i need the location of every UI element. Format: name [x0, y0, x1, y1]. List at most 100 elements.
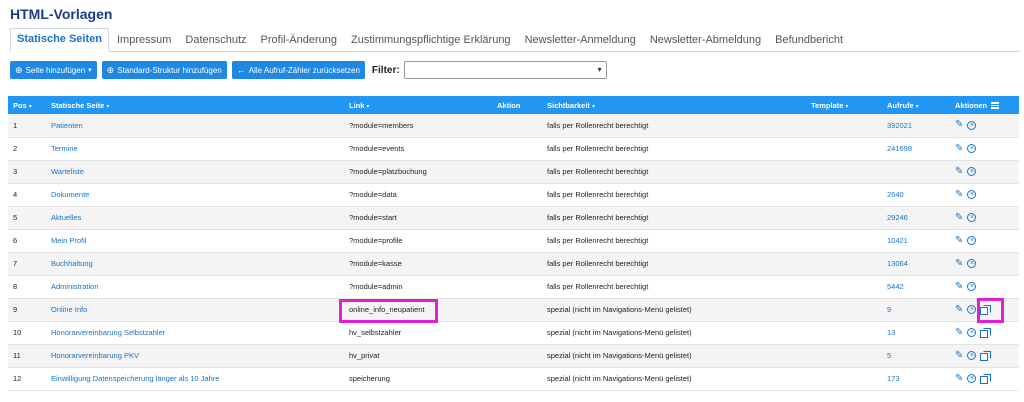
- calls-link[interactable]: 5: [887, 351, 891, 360]
- close-circle-icon[interactable]: ×: [967, 259, 977, 268]
- pencil-icon[interactable]: ✎: [955, 373, 963, 384]
- cell-pos: 10: [8, 321, 46, 345]
- cell-page: Einwilligung Datenspeicherung länger als…: [46, 367, 344, 391]
- cell-actions: ✎ ×: [950, 183, 1019, 207]
- tab-profil-aenderung[interactable]: Profil-Änderung: [255, 34, 343, 51]
- close-circle-icon[interactable]: ×: [967, 213, 977, 222]
- copy-icon[interactable]: [980, 328, 992, 338]
- cell-calls: 9: [882, 298, 950, 322]
- pencil-icon[interactable]: ✎: [955, 258, 963, 269]
- pencil-icon[interactable]: ✎: [955, 235, 963, 246]
- cell-calls: 241698: [882, 137, 950, 161]
- page-link[interactable]: Honorarvereinbarung Selbstzahler: [51, 328, 165, 337]
- calls-link[interactable]: 10421: [887, 236, 908, 245]
- calls-link[interactable]: 13064: [887, 259, 908, 268]
- close-circle-icon[interactable]: ×: [967, 282, 977, 291]
- pencil-icon[interactable]: ✎: [955, 189, 963, 200]
- tab-befundbericht[interactable]: Befundbericht: [769, 34, 849, 51]
- table-row: 12 Einwilligung Datenspeicherung länger a…: [8, 367, 1019, 391]
- page-link[interactable]: Dokumente: [51, 190, 89, 199]
- close-circle-icon[interactable]: ×: [967, 167, 977, 176]
- calls-link[interactable]: 241698: [887, 144, 912, 153]
- page-link[interactable]: Patienten: [51, 121, 83, 130]
- page-link[interactable]: Termine: [51, 144, 78, 153]
- cell-pos: 12: [8, 367, 46, 391]
- tab-impressum[interactable]: Impressum: [111, 34, 177, 51]
- calls-link[interactable]: 13: [887, 328, 895, 337]
- calls-link[interactable]: 5442: [887, 282, 904, 291]
- cell-template: [806, 275, 882, 299]
- filter-select[interactable]: ▾: [403, 61, 607, 79]
- page-link[interactable]: Mein Profil: [51, 236, 86, 245]
- close-circle-icon[interactable]: ×: [967, 328, 977, 337]
- add-structure-button[interactable]: ⊕ Standard-Struktur hinzufügen: [101, 61, 227, 79]
- page-link[interactable]: Administration: [51, 282, 99, 291]
- header-link[interactable]: Link ▾: [344, 96, 492, 114]
- header-calls[interactable]: Aufrufe ▾: [882, 96, 950, 114]
- calls-link[interactable]: 29246: [887, 213, 908, 222]
- tab-newsletter-abmeldung[interactable]: Newsletter-Abmeldung: [644, 34, 767, 51]
- pencil-icon[interactable]: ✎: [955, 212, 963, 223]
- calls-link[interactable]: 9: [887, 305, 891, 314]
- pencil-icon[interactable]: ✎: [955, 120, 963, 130]
- cell-calls: 5: [882, 344, 950, 368]
- table-row: 4 Dokumente ?module=data falls per Rollenre…: [8, 183, 1019, 207]
- page-link[interactable]: Online Info: [51, 305, 87, 314]
- reset-counters-button[interactable]: ← Alle Aufruf-Zähler zurücksetzen: [231, 61, 365, 79]
- page-link[interactable]: Warteliste: [51, 167, 84, 176]
- page-link[interactable]: Buchhaltung: [51, 259, 93, 268]
- cell-action: [492, 160, 542, 184]
- cell-action: [492, 298, 542, 322]
- plus-circle-icon: ⊕: [106, 64, 115, 75]
- pencil-icon[interactable]: ✎: [955, 327, 963, 338]
- cell-calls: 10421: [882, 229, 950, 253]
- pencil-icon[interactable]: ✎: [955, 143, 963, 154]
- calls-link[interactable]: 392021: [887, 121, 912, 130]
- calls-link[interactable]: 173: [887, 374, 900, 383]
- cell-action: [492, 137, 542, 161]
- pencil-icon[interactable]: ✎: [955, 350, 963, 361]
- header-visibility[interactable]: Sichtbarkeit ▾: [542, 96, 806, 114]
- add-page-button[interactable]: ⊕ Seite hinzufügen ▾: [10, 61, 97, 79]
- page-link[interactable]: Aktuelles: [51, 213, 81, 222]
- sort-icon: ▾: [366, 103, 370, 110]
- header-template[interactable]: Template ▾: [806, 96, 882, 114]
- cell-action: [492, 206, 542, 230]
- reset-counters-label: Alle Aufruf-Zähler zurücksetzen: [248, 65, 360, 75]
- cell-pos: 8: [8, 275, 46, 299]
- cell-action: [492, 229, 542, 253]
- cell-actions: ✎ ×: [950, 229, 1019, 253]
- copy-icon[interactable]: [980, 374, 992, 384]
- cell-template: [806, 252, 882, 276]
- close-circle-icon[interactable]: ×: [967, 305, 977, 314]
- calls-link[interactable]: 2640: [887, 190, 904, 199]
- cell-link: ?module=admin: [344, 275, 492, 299]
- close-circle-icon[interactable]: ×: [967, 351, 977, 360]
- page-link[interactable]: Honorarvereinbarung PKV: [51, 351, 139, 360]
- cell-page: Dokumente: [46, 183, 344, 207]
- page-link[interactable]: Einwilligung Datenspeicherung länger als…: [51, 374, 219, 383]
- tab-zustimmungspflichtige-erklaerung[interactable]: Zustimmungspflichtige Erklärung: [345, 34, 517, 51]
- header-pos[interactable]: Pos ▾: [8, 96, 46, 114]
- cell-pos: 11: [8, 344, 46, 368]
- close-circle-icon[interactable]: ×: [967, 190, 977, 199]
- cell-pos: 7: [8, 252, 46, 276]
- tab-datenschutz[interactable]: Datenschutz: [179, 34, 252, 51]
- header-page[interactable]: Statische Seite ▾: [46, 96, 344, 114]
- cell-link: ?module=events: [344, 137, 492, 161]
- pencil-icon[interactable]: ✎: [955, 166, 963, 177]
- column-menu-icon[interactable]: [991, 102, 1000, 110]
- close-circle-icon[interactable]: ×: [967, 374, 977, 383]
- pencil-icon[interactable]: ✎: [955, 304, 963, 315]
- close-circle-icon[interactable]: ×: [967, 144, 977, 153]
- tab-newsletter-anmeldung[interactable]: Newsletter-Anmeldung: [519, 34, 642, 51]
- tab-statische-seiten[interactable]: Statische Seiten: [10, 28, 109, 52]
- cell-link: ?module=profile: [344, 229, 492, 253]
- close-circle-icon[interactable]: ×: [967, 120, 977, 130]
- pencil-icon[interactable]: ✎: [955, 281, 963, 292]
- add-page-label: Seite hinzufügen: [25, 65, 86, 75]
- cell-action: [492, 344, 542, 368]
- copy-icon[interactable]: [980, 351, 992, 361]
- close-circle-icon[interactable]: ×: [967, 236, 977, 245]
- cell-pos: 4: [8, 183, 46, 207]
